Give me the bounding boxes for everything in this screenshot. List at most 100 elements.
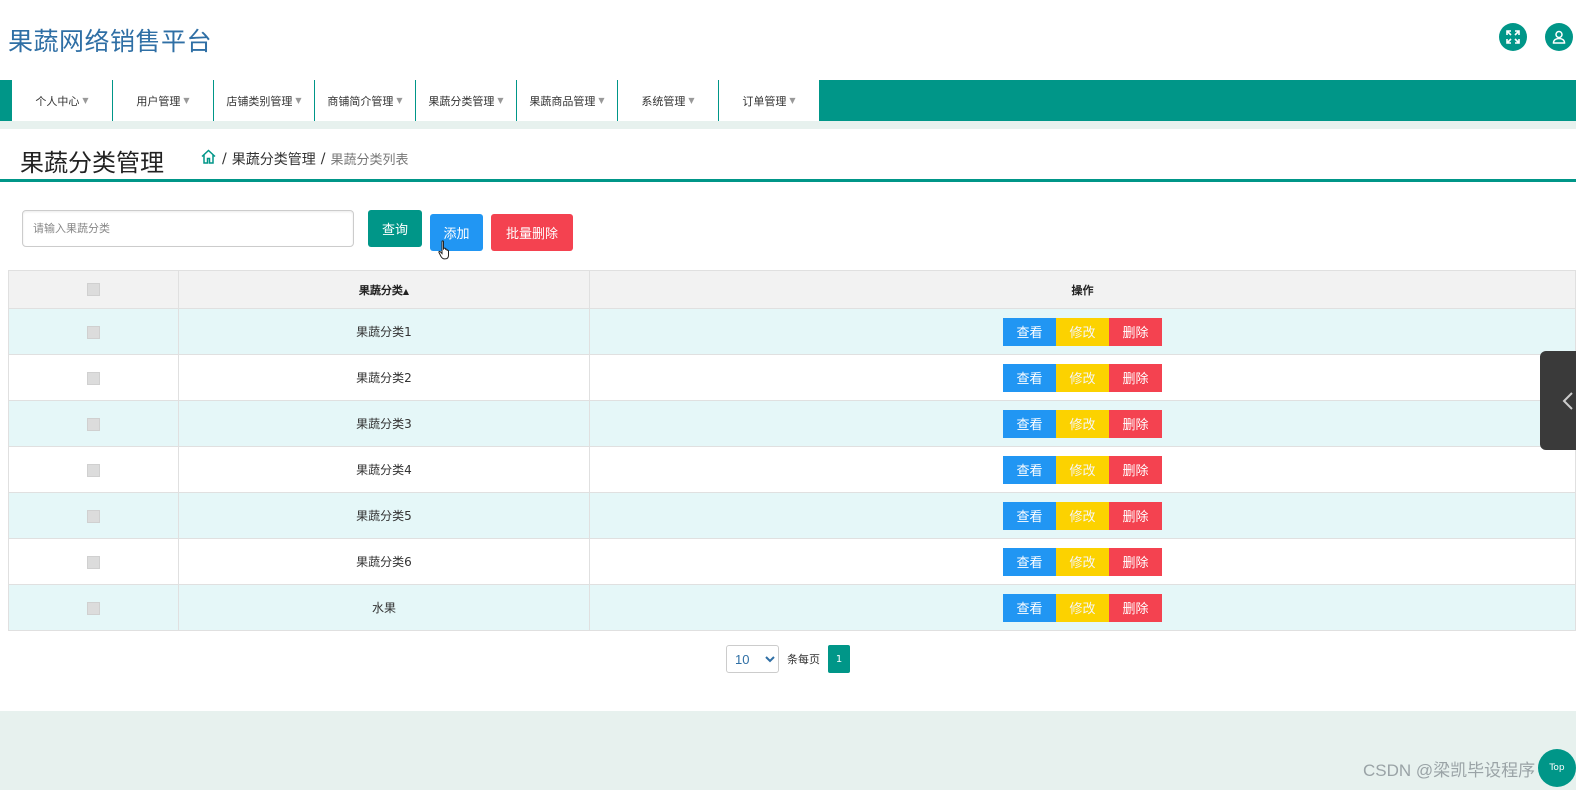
- delete-button[interactable]: 删除: [1109, 501, 1162, 530]
- table-row: 水果 查看 修改 删除: [8, 584, 1576, 631]
- header: 果蔬网络销售平台: [0, 0, 1576, 80]
- category-cell: 果蔬分类5: [178, 492, 590, 539]
- category-cell: 果蔬分类6: [178, 538, 590, 585]
- row-select-cell: [8, 538, 179, 585]
- view-button[interactable]: 查看: [1003, 501, 1056, 530]
- row-select-cell: [8, 584, 179, 631]
- row-checkbox[interactable]: [87, 371, 100, 385]
- delete-button[interactable]: 删除: [1109, 455, 1162, 484]
- view-button[interactable]: 查看: [1003, 317, 1056, 346]
- nav-item-label: 系统管理: [641, 94, 686, 108]
- select-all-header: [8, 270, 179, 309]
- delete-button[interactable]: 删除: [1109, 547, 1162, 576]
- actions-cell: 查看 修改 删除: [589, 446, 1576, 493]
- edit-button[interactable]: 修改: [1056, 363, 1109, 392]
- category-cell: 果蔬分类3: [178, 400, 590, 447]
- actions-cell: 查看 修改 删除: [589, 400, 1576, 447]
- actions-column-header: 操作: [589, 270, 1576, 309]
- nav-item[interactable]: 个人中心 ▼: [12, 80, 113, 121]
- nav-item[interactable]: 店铺类别管理 ▼: [214, 80, 315, 121]
- actions-cell: 查看 修改 删除: [589, 538, 1576, 585]
- caret-down-icon: ▼: [295, 96, 302, 105]
- edit-button[interactable]: 修改: [1056, 593, 1109, 622]
- header-strip: [0, 121, 1576, 129]
- page-title: 果蔬分类管理: [20, 149, 164, 177]
- nav-item[interactable]: 商铺简介管理 ▼: [315, 80, 416, 121]
- category-column-header[interactable]: 果蔬分类▲︎: [178, 270, 590, 309]
- caret-down-icon: ▼: [183, 96, 190, 105]
- nav-item[interactable]: 果蔬商品管理 ▼: [517, 80, 618, 121]
- nav-items: 个人中心 ▼ 用户管理 ▼ 店铺类别管理 ▼ 商铺简介管理 ▼ 果蔬分类管理 ▼ 果蔬商品管理 ▼ 系统…: [12, 80, 820, 121]
- nav-item[interactable]: 系统管理 ▼: [618, 80, 719, 121]
- actions-cell: 查看 修改 删除: [589, 308, 1576, 355]
- caret-down-icon: ▼: [598, 96, 605, 105]
- mouse-cursor-icon: [438, 240, 452, 264]
- caret-down-icon: ▼: [497, 96, 504, 105]
- page-header: 果蔬分类管理 / 果蔬分类管理 / 果蔬分类列表: [0, 129, 1576, 182]
- page-number-button[interactable]: 1: [828, 645, 850, 673]
- nav-item-label: 商铺简介管理: [327, 94, 394, 108]
- caret-down-icon: ▼: [82, 96, 89, 105]
- table-row: 果蔬分类3 查看 修改 删除: [8, 400, 1576, 447]
- row-checkbox[interactable]: [87, 555, 100, 569]
- row-select-cell: [8, 446, 179, 493]
- table-header-row: 果蔬分类▲︎ 操作: [8, 270, 1576, 309]
- table-row: 果蔬分类5 查看 修改 删除: [8, 492, 1576, 539]
- breadcrumb-level1[interactable]: 果蔬分类管理: [232, 149, 316, 169]
- row-select-cell: [8, 492, 179, 539]
- fullscreen-icon[interactable]: [1499, 23, 1527, 51]
- nav-item[interactable]: 果蔬分类管理 ▼: [416, 80, 517, 121]
- view-button[interactable]: 查看: [1003, 547, 1056, 576]
- row-select-cell: [8, 308, 179, 355]
- caret-down-icon: ▼: [789, 96, 796, 105]
- back-to-top-button[interactable]: Top: [1538, 749, 1576, 787]
- category-cell: 果蔬分类1: [178, 308, 590, 355]
- chevron-left-icon: [1562, 391, 1573, 410]
- category-cell: 果蔬分类4: [178, 446, 590, 493]
- category-cell: 水果: [178, 584, 590, 631]
- page-size-select[interactable]: 10: [726, 645, 779, 673]
- edit-button[interactable]: 修改: [1056, 455, 1109, 484]
- user-icon[interactable]: [1545, 23, 1573, 51]
- table-row: 果蔬分类6 查看 修改 删除: [8, 538, 1576, 585]
- edit-button[interactable]: 修改: [1056, 501, 1109, 530]
- row-checkbox[interactable]: [87, 417, 100, 431]
- table-body: 果蔬分类1 查看 修改 删除 果蔬分类2 查看 修改 删除 果蔬分类3 查看 修改 删除 果蔬分类4 查看…: [8, 308, 1576, 631]
- delete-button[interactable]: 删除: [1109, 363, 1162, 392]
- breadcrumb-separator: /: [320, 150, 326, 167]
- nav-item-label: 个人中心: [35, 94, 80, 108]
- view-button[interactable]: 查看: [1003, 409, 1056, 438]
- caret-down-icon: ▼: [688, 96, 695, 105]
- sort-icon[interactable]: ▲︎: [403, 287, 409, 296]
- side-panel-toggle[interactable]: [1540, 351, 1576, 450]
- view-button[interactable]: 查看: [1003, 593, 1056, 622]
- nav-item-label: 果蔬分类管理: [428, 94, 495, 108]
- nav-item-label: 店铺类别管理: [226, 94, 293, 108]
- category-table: 果蔬分类▲︎ 操作 果蔬分类1 查看 修改 删除 果蔬分类2 查看 修改 删除 果蔬分类3 查看修…: [8, 270, 1576, 631]
- breadcrumb: / 果蔬分类管理 / 果蔬分类列表: [200, 148, 408, 169]
- delete-button[interactable]: 删除: [1109, 409, 1162, 438]
- category-search-input[interactable]: [22, 210, 354, 247]
- category-header-label: 果蔬分类: [358, 283, 403, 297]
- row-checkbox[interactable]: [87, 463, 100, 477]
- row-checkbox[interactable]: [87, 601, 100, 615]
- view-button[interactable]: 查看: [1003, 455, 1056, 484]
- actions-cell: 查看 修改 删除: [589, 492, 1576, 539]
- edit-button[interactable]: 修改: [1056, 547, 1109, 576]
- home-icon[interactable]: [200, 148, 217, 169]
- edit-button[interactable]: 修改: [1056, 317, 1109, 346]
- caret-down-icon: ▼: [396, 96, 403, 105]
- delete-button[interactable]: 删除: [1109, 317, 1162, 346]
- batch-delete-button[interactable]: 批量删除: [491, 214, 573, 251]
- nav-item[interactable]: 订单管理 ▼: [719, 80, 820, 121]
- view-button[interactable]: 查看: [1003, 363, 1056, 392]
- query-button[interactable]: 查询: [368, 210, 422, 247]
- row-select-cell: [8, 400, 179, 447]
- row-checkbox[interactable]: [87, 325, 100, 339]
- edit-button[interactable]: 修改: [1056, 409, 1109, 438]
- nav-item[interactable]: 用户管理 ▼: [113, 80, 214, 121]
- select-all-checkbox[interactable]: [87, 283, 100, 297]
- table-row: 果蔬分类2 查看 修改 删除: [8, 354, 1576, 401]
- delete-button[interactable]: 删除: [1109, 593, 1162, 622]
- row-checkbox[interactable]: [87, 509, 100, 523]
